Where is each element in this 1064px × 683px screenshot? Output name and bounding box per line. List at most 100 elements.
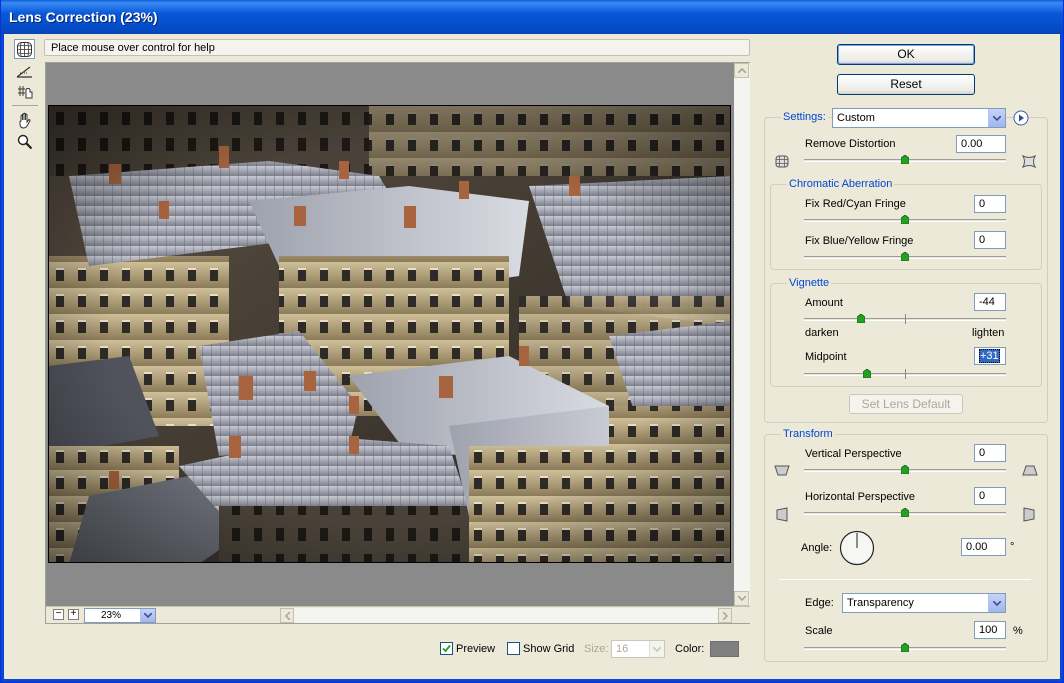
chevron-down-icon — [993, 115, 1001, 121]
zoom-tool[interactable] — [14, 132, 35, 152]
chevron-up-icon — [737, 68, 746, 73]
vertical-perspective-value: 0 — [979, 447, 986, 459]
scroll-right-button[interactable] — [718, 608, 732, 623]
angle-label: Angle: — [801, 542, 833, 554]
chevron-down-icon — [653, 646, 661, 652]
slider-thumb-icon — [900, 154, 910, 165]
straighten-tool[interactable] — [14, 61, 35, 81]
preview-checkbox[interactable] — [440, 642, 453, 655]
scroll-up-button[interactable] — [734, 63, 749, 78]
remove-distortion-slider[interactable] — [900, 154, 910, 165]
vignette-midpoint-input[interactable]: +31 — [974, 347, 1006, 365]
pincushion-icon — [775, 155, 789, 171]
horizontal-perspective-input[interactable]: 0 — [974, 487, 1006, 505]
vignette-amount-input[interactable]: -44 — [974, 293, 1006, 311]
vertical-perspective-input[interactable]: 0 — [974, 444, 1006, 462]
move-grid-tool[interactable] — [14, 82, 35, 102]
remove-distortion-tool[interactable] — [14, 39, 35, 59]
tool-separator — [12, 105, 38, 106]
vignette-midpoint-slider[interactable] — [862, 368, 872, 379]
chevron-down-icon — [993, 600, 1001, 606]
preview-image — [48, 105, 731, 563]
grid-color-swatch[interactable] — [710, 641, 739, 657]
scale-unit: % — [1013, 625, 1023, 637]
distortion-grid-icon — [17, 41, 32, 57]
edge-dropdown-arrow[interactable] — [988, 594, 1005, 612]
zoom-out-button[interactable]: − — [53, 609, 64, 620]
ok-button-label: OK — [897, 47, 915, 61]
grid-size-select[interactable]: 16 — [611, 640, 665, 658]
red-cyan-input[interactable]: 0 — [974, 195, 1006, 213]
grid-size-dropdown-arrow[interactable] — [649, 641, 664, 657]
remove-distortion-input[interactable]: 0.00 — [956, 135, 1006, 153]
vignette-midpoint-value: +31 — [979, 349, 1000, 363]
hand-icon — [19, 112, 30, 128]
darken-label: darken — [805, 327, 839, 339]
lighten-label: lighten — [972, 327, 1005, 339]
angle-input[interactable]: 0.00 — [961, 538, 1006, 556]
show-grid-checkbox[interactable] — [507, 642, 520, 655]
horizontal-perspective-value: 0 — [979, 490, 986, 502]
vertical-perspective-plus-icon — [1022, 465, 1038, 479]
scale-input[interactable]: 100 — [974, 621, 1006, 639]
slider-thumb-icon — [856, 313, 866, 324]
zoom-in-button[interactable]: + — [68, 609, 79, 620]
blue-yellow-label: Fix Blue/Yellow Fringe — [805, 235, 914, 247]
settings-dropdown-arrow[interactable] — [988, 109, 1005, 127]
red-cyan-slider[interactable] — [900, 214, 910, 225]
hand-tool[interactable] — [14, 110, 35, 130]
ok-button[interactable]: OK — [837, 44, 975, 65]
window-border-right — [1060, 34, 1063, 682]
window-title: Lens Correction (23%) — [9, 9, 158, 25]
reset-button[interactable]: Reset — [837, 74, 975, 95]
checkmark-icon — [442, 644, 451, 653]
angle-value: 0.00 — [966, 541, 988, 553]
horizontal-scrollbar[interactable] — [280, 608, 732, 623]
angle-dial[interactable] — [839, 530, 875, 569]
set-lens-default-button[interactable]: Set Lens Default — [849, 394, 963, 414]
zoom-bar: − + 23% — [46, 606, 750, 623]
slider-thumb-icon — [900, 507, 910, 518]
help-bar: Place mouse over control for help — [44, 39, 750, 56]
zoom-out-label: − — [55, 608, 62, 619]
vignette-title: Vignette — [787, 277, 832, 289]
remove-distortion-value: 0.00 — [961, 138, 983, 150]
vertical-scrollbar[interactable] — [734, 63, 750, 606]
vignette-amount-slider[interactable] — [856, 313, 866, 324]
settings-menu-button[interactable] — [1013, 110, 1029, 129]
settings-select[interactable]: Custom — [832, 108, 1006, 128]
zoom-dropdown-arrow[interactable] — [140, 609, 155, 622]
vertical-perspective-minus-icon — [774, 465, 790, 479]
blue-yellow-value: 0 — [979, 234, 986, 246]
show-grid-label[interactable]: Show Grid — [523, 643, 574, 655]
scroll-left-button[interactable] — [280, 608, 294, 623]
chevron-down-icon — [144, 613, 152, 618]
vignette-amount-value: -44 — [979, 296, 995, 308]
title-bar[interactable]: Lens Correction (23%) — [1, 0, 1063, 34]
scroll-down-button[interactable] — [734, 591, 749, 606]
angle-unit: ° — [1010, 541, 1015, 553]
slider-thumb-icon — [900, 251, 910, 262]
play-circle-icon — [1013, 110, 1029, 126]
horizontal-perspective-label: Horizontal Perspective — [805, 491, 916, 503]
remove-distortion-label: Remove Distortion — [805, 138, 896, 150]
window-border-left — [1, 34, 4, 682]
scale-value: 100 — [979, 624, 998, 636]
blue-yellow-input[interactable]: 0 — [974, 231, 1006, 249]
chevron-down-icon — [737, 596, 746, 601]
blue-yellow-slider[interactable] — [900, 251, 910, 262]
transform-title: Transform — [781, 428, 835, 440]
zoom-in-label: + — [70, 608, 77, 619]
settings-label: Settings: — [781, 111, 828, 123]
zoom-level-select[interactable]: 23% — [84, 608, 156, 623]
grid-color-label: Color: — [675, 643, 705, 655]
scale-slider[interactable] — [900, 642, 910, 653]
horizontal-perspective-slider[interactable] — [900, 507, 910, 518]
transform-divider — [779, 579, 1031, 580]
vignette-amount-label: Amount — [805, 297, 843, 309]
preview-label[interactable]: Preview — [456, 643, 495, 655]
vertical-perspective-label: Vertical Perspective — [805, 448, 902, 460]
edge-select[interactable]: Transparency — [842, 593, 1006, 613]
slider-thumb-icon — [900, 464, 910, 475]
vertical-perspective-slider[interactable] — [900, 464, 910, 475]
